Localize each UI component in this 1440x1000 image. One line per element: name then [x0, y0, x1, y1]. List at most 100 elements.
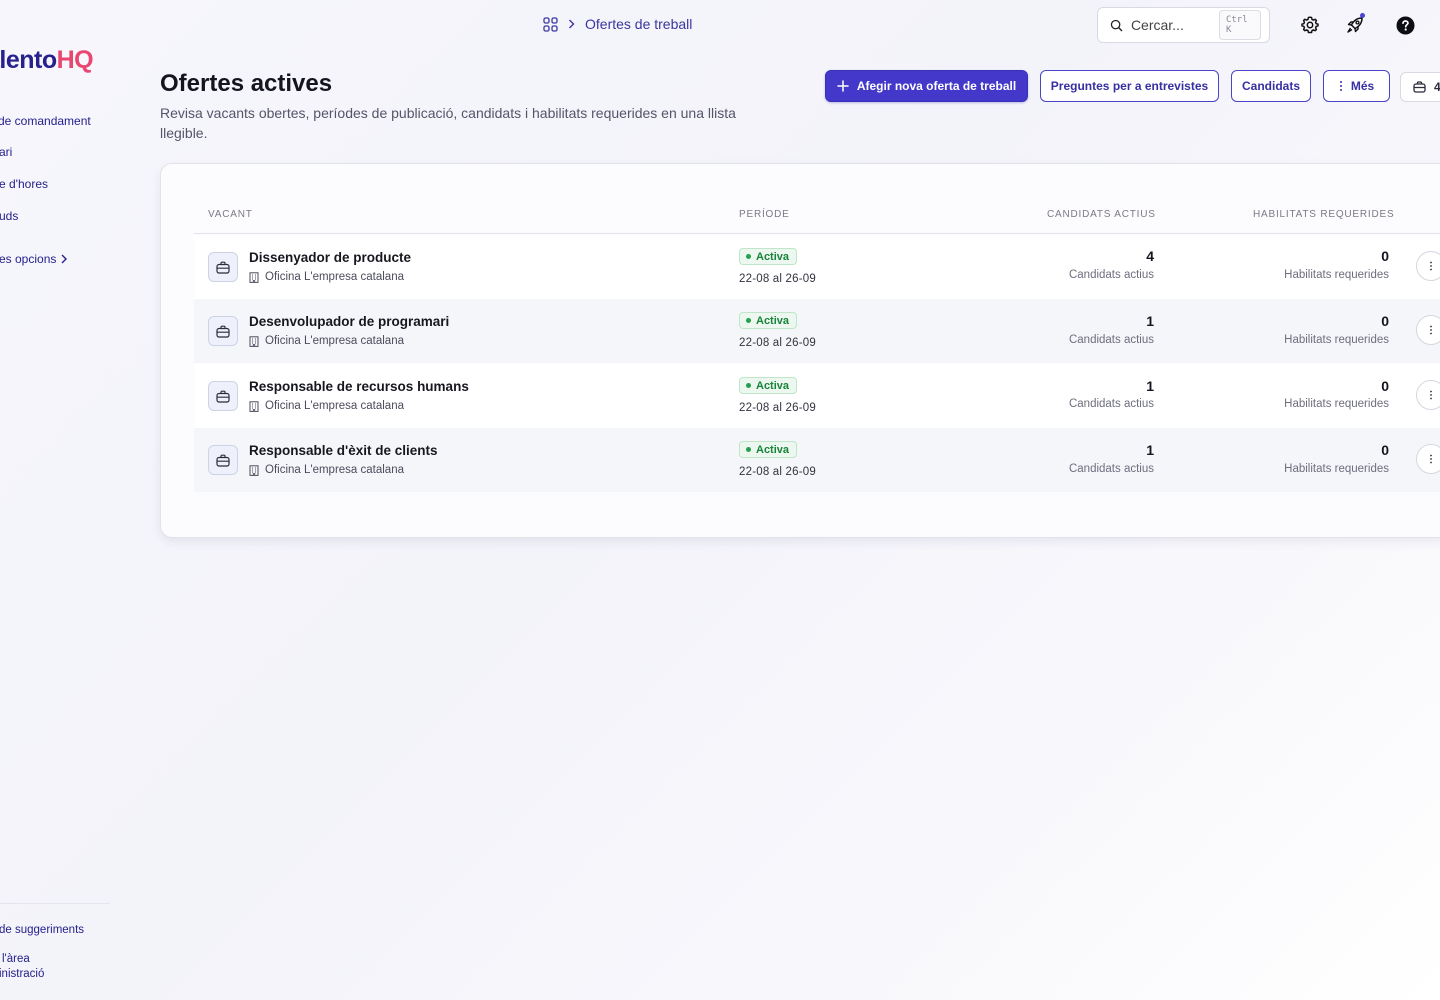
- briefcase-icon: [1413, 81, 1426, 93]
- row-actions-button[interactable]: [1416, 315, 1440, 345]
- breadcrumb-current[interactable]: Ofertes de treball: [585, 16, 692, 32]
- sidebar-admin-link[interactable]: l'àrea inistració: [0, 952, 45, 982]
- job-title[interactable]: Desenvolupador de programari: [249, 314, 449, 329]
- table-row[interactable]: Responsable d'èxit de clients Oficina L'…: [194, 428, 1440, 492]
- required-skills-label: Habilitats requerides: [1284, 463, 1389, 475]
- active-candidates-label: Candidats actius: [1068, 269, 1154, 281]
- briefcase-icon: [208, 252, 238, 282]
- app-logo[interactable]: alentoHQ: [0, 46, 94, 75]
- more-vertical-icon: [1430, 325, 1432, 335]
- job-location: Oficina L'empresa catalana: [249, 464, 404, 476]
- interview-questions-button[interactable]: Preguntes per a entrevistes: [1040, 70, 1219, 102]
- job-title[interactable]: Responsable de recursos humans: [249, 379, 469, 394]
- job-period: 22-08 al 26-09: [739, 337, 816, 349]
- sidebar-more-label: es opcions: [0, 252, 57, 266]
- row-actions-button[interactable]: [1416, 251, 1440, 281]
- required-skills-label: Habilitats requerides: [1284, 334, 1389, 346]
- status-dot: [746, 318, 751, 323]
- more-button[interactable]: Més: [1323, 70, 1390, 102]
- active-candidates-label: Candidats actius: [1068, 463, 1154, 475]
- required-skills-count: 0: [1381, 248, 1389, 264]
- column-header-active-candidates[interactable]: CANDIDATS ACTIUS: [1047, 209, 1156, 220]
- sidebar: alentoHQ de comandament ari e d'hores ud…: [0, 0, 112, 1000]
- breadcrumb: Ofertes de treball: [543, 16, 692, 32]
- required-skills-count: 0: [1381, 378, 1389, 394]
- candidates-button[interactable]: Candidats: [1231, 70, 1311, 102]
- table-row[interactable]: Responsable de recursos humans Oficina L…: [194, 364, 1440, 428]
- add-job-button[interactable]: Afegir nova oferta de treball: [825, 70, 1028, 102]
- whats-new-button[interactable]: [1344, 13, 1366, 36]
- column-header-period[interactable]: PERÍODE: [739, 209, 790, 220]
- building-icon: [249, 464, 259, 476]
- rocket-icon: [1347, 17, 1363, 33]
- column-header-vacancy[interactable]: VACANT: [208, 209, 253, 220]
- job-location-text: Oficina L'empresa catalana: [265, 400, 404, 412]
- sidebar-admin-line1: l'àrea: [2, 953, 30, 965]
- briefcase-icon: [208, 316, 238, 346]
- header-divider: [194, 233, 1440, 234]
- sidebar-item-timesheet[interactable]: e d'hores: [0, 177, 48, 191]
- table-row[interactable]: Desenvolupador de programari Oficina L'e…: [194, 299, 1440, 363]
- candidates-label: Candidats: [1241, 79, 1300, 93]
- active-candidates-count: 1: [1146, 442, 1154, 458]
- search-box[interactable]: Ctrl K: [1097, 7, 1270, 43]
- building-icon: [249, 335, 259, 347]
- job-title[interactable]: Responsable d'èxit de clients: [249, 443, 438, 458]
- sidebar-divider: [0, 903, 110, 904]
- job-period: 22-08 al 26-09: [739, 466, 816, 478]
- sidebar-more-options[interactable]: es opcions: [0, 252, 68, 266]
- required-skills-count: 0: [1381, 442, 1389, 458]
- briefcase-icon: [208, 381, 238, 411]
- help-button[interactable]: [1394, 14, 1416, 36]
- required-skills-label: Habilitats requerides: [1284, 398, 1389, 410]
- status-text: Activa: [756, 443, 790, 456]
- sidebar-suggestions-link[interactable]: de suggeriments: [0, 923, 84, 938]
- status-text: Activa: [756, 250, 790, 263]
- status-dot: [746, 447, 751, 452]
- status-dot: [746, 254, 751, 259]
- sidebar-item-dashboard[interactable]: de comandament: [0, 114, 91, 128]
- active-candidates-label: Candidats actius: [1068, 398, 1154, 410]
- status-text: Activa: [756, 379, 790, 392]
- sidebar-item-requests[interactable]: uds: [0, 209, 18, 223]
- job-location-text: Oficina L'empresa catalana: [265, 464, 404, 476]
- job-count: 4: [1434, 80, 1440, 94]
- status-badge: Activa: [739, 312, 798, 329]
- status-badge: Activa: [739, 248, 798, 265]
- status-badge: Activa: [739, 441, 798, 458]
- notification-dot: [1360, 13, 1365, 18]
- status-text: Activa: [756, 314, 790, 327]
- row-actions-button[interactable]: [1416, 444, 1440, 474]
- chevron-right-icon: [61, 254, 68, 264]
- page-title: Ofertes actives: [160, 70, 333, 97]
- sidebar-item-calendar[interactable]: ari: [0, 145, 12, 159]
- chevron-right-icon: [569, 19, 575, 29]
- search-input[interactable]: [1130, 17, 1211, 33]
- more-vertical-icon: [1430, 454, 1432, 464]
- job-location: Oficina L'empresa catalana: [249, 400, 404, 412]
- sidebar-admin-line2: inistració: [0, 968, 45, 980]
- job-count-button[interactable]: 4: [1400, 72, 1440, 102]
- more-vertical-icon: [1430, 261, 1432, 271]
- job-period: 22-08 al 26-09: [739, 402, 816, 414]
- status-badge: Activa: [739, 377, 798, 394]
- job-location: Oficina L'empresa catalana: [249, 271, 404, 283]
- table-row[interactable]: Dissenyador de producte Oficina L'empres…: [194, 235, 1440, 299]
- required-skills-count: 0: [1381, 313, 1389, 329]
- apps-grid-icon[interactable]: [543, 16, 558, 32]
- active-candidates-count: 1: [1146, 378, 1154, 394]
- building-icon: [249, 271, 259, 283]
- job-title[interactable]: Dissenyador de producte: [249, 250, 411, 265]
- active-candidates-count: 4: [1146, 248, 1154, 264]
- settings-button[interactable]: [1299, 14, 1321, 36]
- status-dot: [746, 383, 751, 388]
- required-skills-label: Habilitats requerides: [1284, 269, 1389, 281]
- more-vertical-icon: [1430, 390, 1432, 400]
- job-location: Oficina L'empresa catalana: [249, 335, 404, 347]
- logo-accent: HQ: [56, 46, 94, 74]
- active-candidates-label: Candidats actius: [1068, 334, 1154, 346]
- building-icon: [249, 400, 259, 412]
- search-shortcut: Ctrl K: [1218, 10, 1261, 40]
- column-header-required-skills[interactable]: HABILITATS REQUERIDES: [1253, 209, 1394, 220]
- row-actions-button[interactable]: [1416, 380, 1440, 410]
